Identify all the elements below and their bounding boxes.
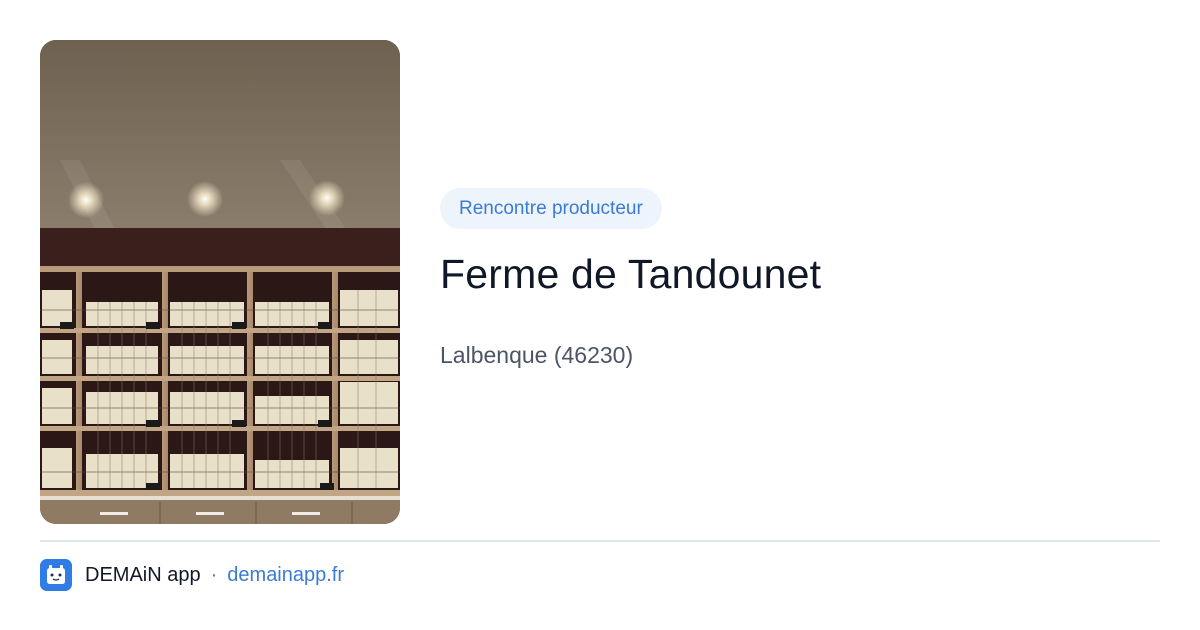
app-name: DEMAiN app: [85, 563, 201, 586]
shop-shelves-image: [40, 40, 400, 524]
producer-title: Ferme de Tandounet: [440, 251, 822, 297]
producer-photo: [40, 40, 400, 524]
producer-location: Lalbenque (46230): [440, 342, 634, 368]
footer-divider: [40, 540, 1160, 542]
demain-app-logo-icon: [40, 559, 72, 591]
card-content: Rencontre producteur Ferme de Tandounet …: [440, 188, 1160, 370]
share-card: Rencontre producteur Ferme de Tandounet …: [0, 0, 1200, 630]
app-website-link[interactable]: demainapp.fr: [227, 564, 344, 587]
category-badge: Rencontre producteur: [440, 188, 662, 229]
footer: DEMAiN app · demainapp.fr: [40, 558, 344, 592]
footer-separator: ·: [210, 563, 218, 586]
